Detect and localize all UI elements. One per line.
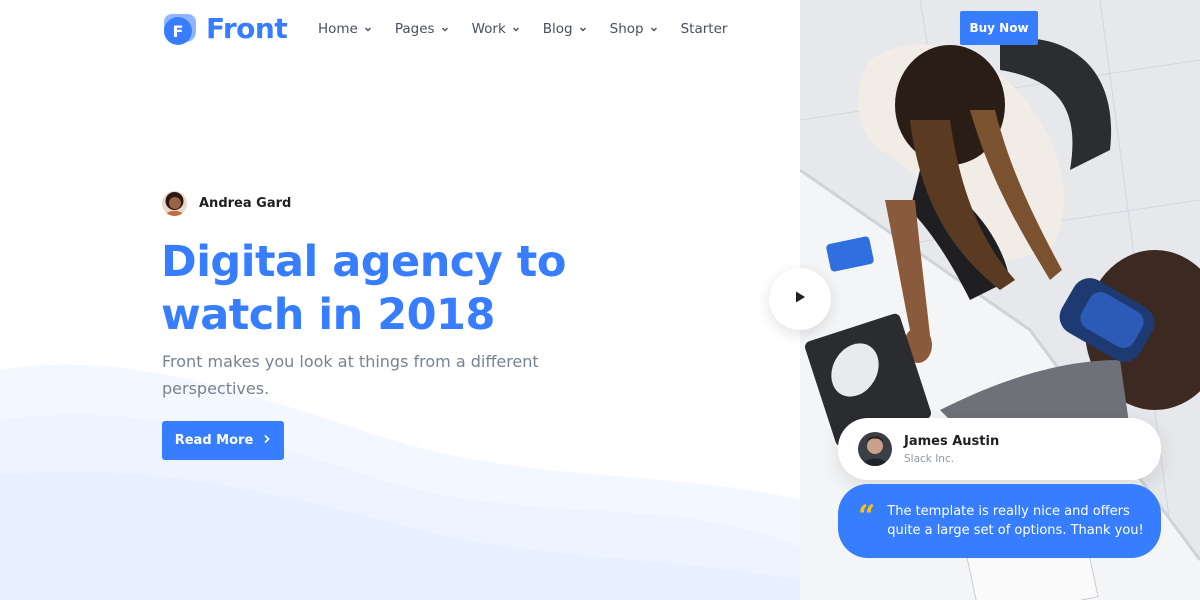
buy-now-button[interactable]: Buy Now: [960, 11, 1038, 45]
nav-item-home[interactable]: Home: [318, 19, 373, 39]
nav-item-label: Home: [318, 21, 358, 37]
testimonial-quote: The template is really nice and offers q…: [887, 504, 1144, 538]
nav-item-label: Work: [471, 21, 506, 37]
testimonial-name: James Austin: [904, 433, 1000, 449]
play-video-button[interactable]: [769, 268, 831, 330]
chevron-down-icon: [511, 24, 521, 34]
chevron-down-icon: [440, 24, 450, 34]
author-byline: Andrea Gard: [162, 191, 291, 216]
avatar: [162, 191, 187, 216]
landing-page: F Front Home Pages Work Blog Shop Starte…: [0, 0, 1200, 600]
hero-headline: Digital agency to watch in 2018: [161, 237, 566, 340]
chevron-down-icon: [363, 24, 373, 34]
logo-letter: F: [173, 22, 184, 41]
main-nav: Home Pages Work Blog Shop Starter: [318, 19, 749, 39]
avatar: [858, 432, 892, 466]
brand-logo[interactable]: F Front: [162, 10, 288, 46]
nav-item-label: Pages: [394, 21, 435, 37]
nav-item-pages[interactable]: Pages: [395, 19, 450, 39]
play-icon: [793, 290, 807, 309]
chevron-down-icon: [578, 24, 588, 34]
chevron-right-icon: [263, 433, 271, 448]
nav-item-label: Starter: [680, 21, 728, 37]
hero-subtext: Front makes you look at things from a di…: [162, 352, 539, 398]
nav-item-label: Blog: [542, 21, 573, 37]
chevron-down-icon: [649, 24, 659, 34]
author-name: Andrea Gard: [199, 196, 292, 211]
quote-icon: “: [858, 499, 876, 534]
logo-icon: F: [162, 10, 198, 46]
read-more-button[interactable]: Read More: [162, 421, 284, 460]
nav-item-label: Shop: [609, 21, 644, 37]
nav-item-work[interactable]: Work: [472, 19, 521, 39]
testimonial-quote-bubble: “ The template is really nice and offers…: [838, 484, 1161, 558]
nav-item-blog[interactable]: Blog: [543, 19, 588, 39]
testimonial-company: Slack Inc.: [904, 452, 955, 465]
brand-name: Front: [206, 11, 288, 45]
nav-item-starter[interactable]: Starter: [681, 19, 728, 39]
read-more-label: Read More: [174, 433, 254, 448]
nav-item-shop[interactable]: Shop: [610, 19, 659, 39]
testimonial-author-card: James Austin Slack Inc.: [838, 418, 1161, 480]
